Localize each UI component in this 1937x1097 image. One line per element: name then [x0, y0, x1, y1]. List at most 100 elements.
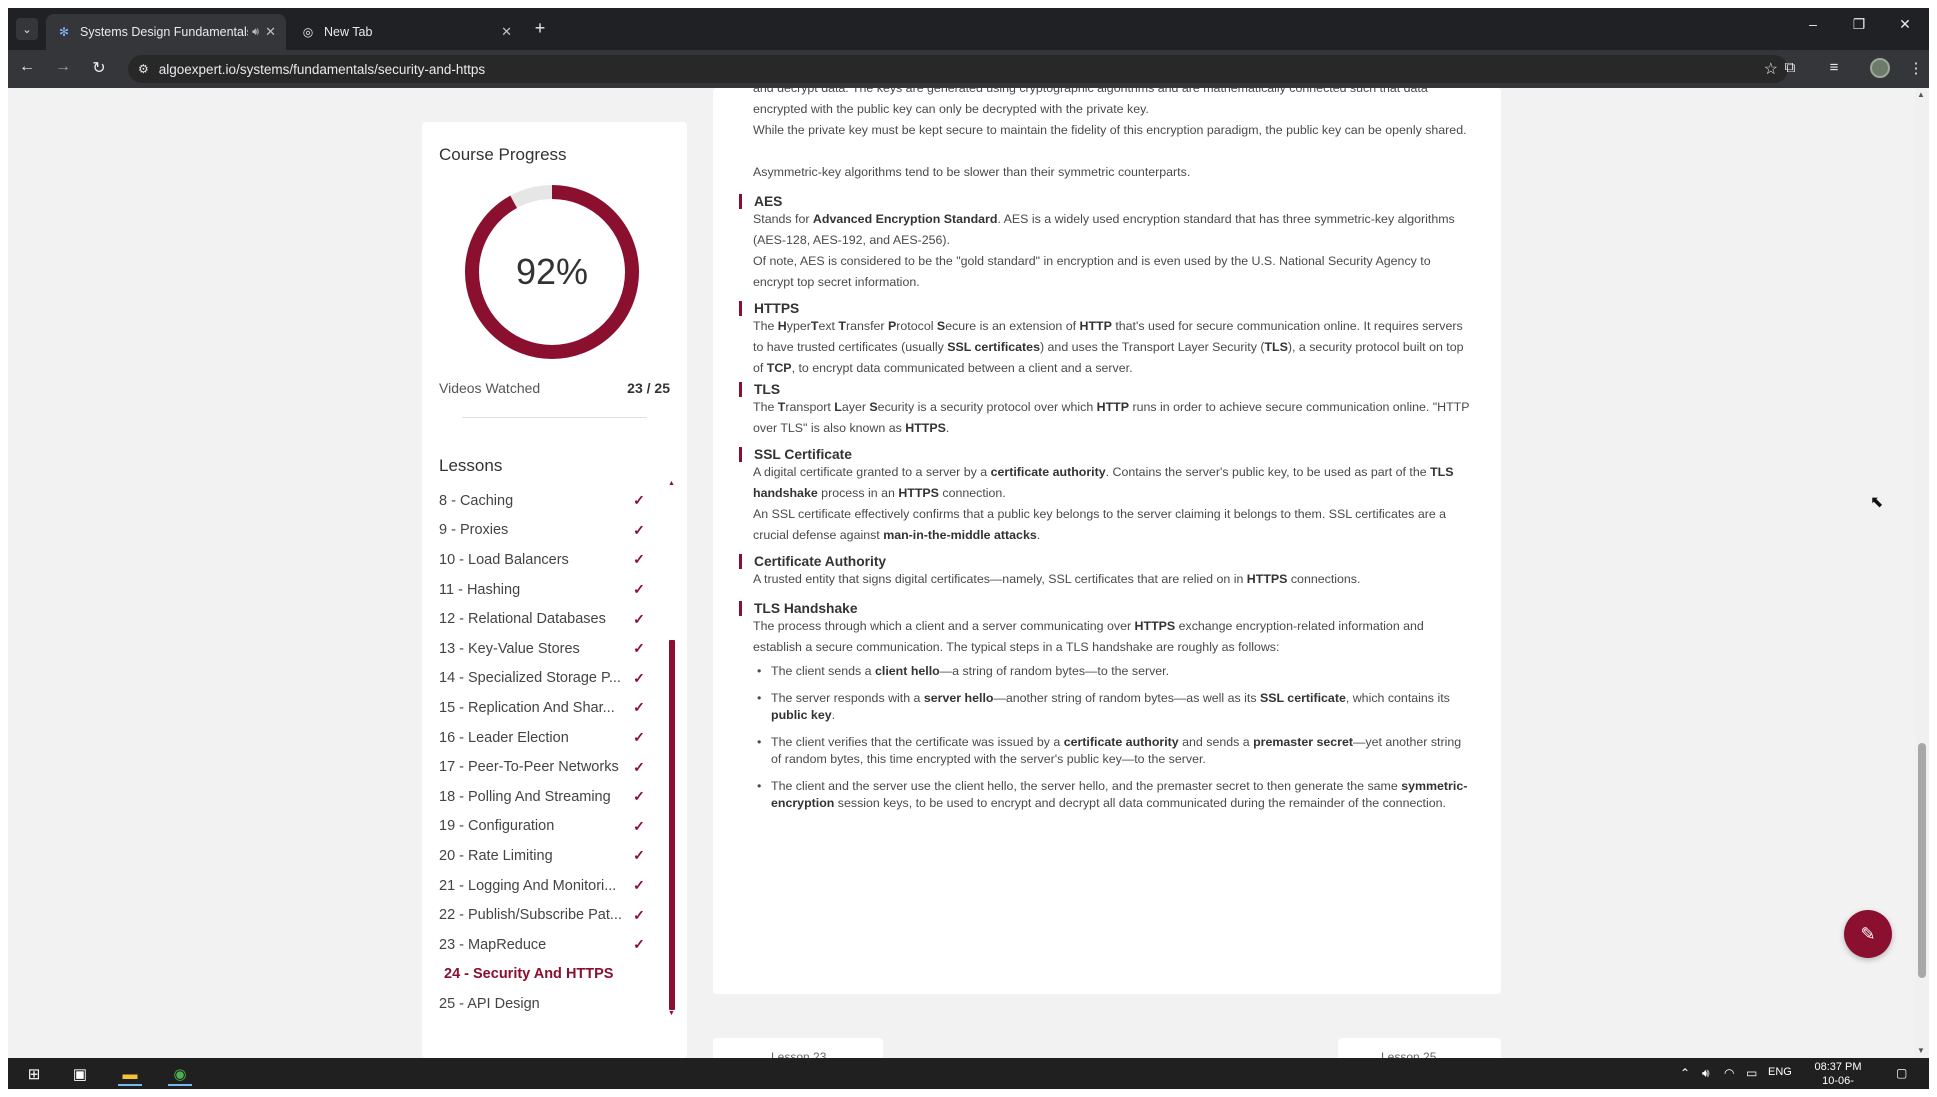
windows-start-icon[interactable]: ⊞ — [22, 1062, 46, 1086]
text: yper — [786, 319, 811, 333]
battery-icon[interactable]: ▭ — [1746, 1066, 1757, 1080]
language-indicator[interactable]: ENG — [1768, 1066, 1792, 1078]
restore-icon[interactable]: ❐ — [1844, 16, 1874, 33]
lesson-item[interactable]: 16 - Leader Election ✓ — [439, 723, 659, 753]
text: ecurity is a security protocol over whic… — [877, 400, 1097, 414]
paragraph: and decrypt data. The keys are generated… — [753, 88, 1428, 116]
lesson-item[interactable]: 10 - Load Balancers ✓ — [439, 545, 659, 575]
bold-text: T — [838, 319, 846, 333]
tab-systems-design[interactable]: ✻ Systems Design Fundamentals 🔊︎ ✕ — [46, 14, 286, 50]
close-icon[interactable]: ✕ — [265, 24, 276, 40]
menu-icon[interactable]: ⋮ — [1906, 59, 1926, 77]
text: connection. — [938, 486, 1006, 500]
lesson-item[interactable]: 14 - Specialized Storage P... ✓ — [439, 664, 659, 694]
scroll-up-icon[interactable]: ▲ — [1917, 90, 1925, 99]
clock-time: 08:37 PM — [1814, 1061, 1862, 1073]
scroll-down-icon[interactable]: ▼ — [668, 1010, 675, 1017]
text: A digital certificate granted to a serve… — [753, 465, 991, 479]
paragraph: The process through which a client and a… — [753, 616, 1471, 658]
lesson-item[interactable]: 15 - Replication And Shar... ✓ — [439, 693, 659, 723]
site-info-icon[interactable]: ⚙ — [138, 62, 149, 76]
videos-watched-value: 23 / 25 — [627, 380, 670, 396]
chrome-icon[interactable]: ◉ — [168, 1062, 192, 1086]
prev-lesson-label: Lesson 23 — [771, 1050, 827, 1058]
media-icon[interactable]: ≡ — [1824, 59, 1844, 76]
checkmark-icon: ✓ — [633, 817, 645, 834]
prev-lesson-button[interactable]: Lesson 23 — [713, 1038, 883, 1058]
lesson-label: 19 - Configuration — [439, 818, 555, 835]
extensions-icon[interactable]: ⧉ — [1780, 59, 1800, 76]
checkmark-icon: ✓ — [633, 788, 645, 805]
address-bar[interactable]: ⚙ algoexpert.io/systems/fundamentals/sec… — [128, 55, 1788, 83]
text: ransfer — [846, 319, 889, 333]
reload-icon[interactable]: ↻ — [88, 58, 110, 78]
bold-text: man-in-the-middle attacks — [883, 528, 1037, 542]
lesson-item[interactable]: 8 - Caching ✓ — [439, 486, 659, 516]
clock[interactable]: 08:37 PM 10-06-2024 — [1810, 1060, 1866, 1089]
lesson-label: 12 - Relational Databases — [439, 611, 606, 628]
text: ecure is an extension of — [945, 319, 1080, 333]
chrome-favicon-icon: ◎ — [302, 25, 314, 39]
window-close-icon[interactable]: ✕ — [1890, 16, 1920, 33]
text: ) and uses the Transport Layer Security … — [1039, 340, 1265, 354]
scroll-up-icon[interactable]: ▲ — [668, 480, 675, 487]
profile-avatar[interactable] — [1870, 58, 1890, 78]
lesson-scroll-thumb[interactable] — [669, 640, 675, 1010]
bold-text: S — [936, 319, 946, 333]
lesson-label: 21 - Logging And Monitori... — [439, 877, 617, 894]
checkmark-icon: ✓ — [633, 492, 645, 509]
sound-icon[interactable]: 🔊︎ — [252, 26, 259, 39]
paragraph: Asymmetric-key algorithms tend to be slo… — [753, 165, 1191, 179]
lesson-item[interactable]: 13 - Key-Value Stores ✓ — [439, 634, 659, 664]
minimize-icon[interactable]: – — [1798, 16, 1828, 32]
wifi-icon[interactable]: ◠ — [1724, 1066, 1734, 1080]
new-tab-icon[interactable]: + — [528, 18, 552, 39]
videos-watched-label: Videos Watched — [439, 380, 541, 396]
bold-text: SSL certificates — [947, 340, 1040, 354]
next-lesson-button[interactable]: Lesson 25 — [1338, 1038, 1501, 1058]
lesson-article: and decrypt data. The keys are generated… — [713, 88, 1501, 994]
checkmark-icon: ✓ — [633, 936, 645, 953]
text: —another string of random bytes—as well … — [993, 690, 1260, 705]
lesson-item[interactable]: 19 - Configuration ✓ — [439, 812, 659, 842]
course-sidebar: Course Progress 92% Videos Watched 23 / … — [422, 122, 687, 1058]
bold-text: server hello — [923, 690, 994, 705]
lesson-item[interactable]: 25 - API Design — [439, 989, 659, 1019]
list-item: The client verifies that the certificate… — [753, 734, 1471, 769]
active-indicator — [168, 1084, 192, 1086]
lesson-item[interactable]: 12 - Relational Databases ✓ — [439, 604, 659, 634]
list-item: The server responds with a server hello—… — [753, 690, 1471, 725]
bookmark-star-icon[interactable]: ☆ — [1764, 59, 1778, 79]
lesson-item[interactable]: 22 - Publish/Subscribe Pat... ✓ — [439, 900, 659, 930]
notifications-icon[interactable]: ▢ — [1896, 1066, 1907, 1080]
lesson-item[interactable]: 18 - Polling And Streaming ✓ — [439, 782, 659, 812]
lesson-item[interactable]: 23 - MapReduce ✓ — [439, 930, 659, 960]
back-icon[interactable]: ← — [16, 58, 38, 76]
lesson-item[interactable]: 20 - Rate Limiting ✓ — [439, 841, 659, 871]
lesson-item[interactable]: 9 - Proxies ✓ — [439, 516, 659, 546]
lesson-item[interactable]: 11 - Hashing ✓ — [439, 575, 659, 605]
lesson-item[interactable]: 24 - Security And HTTPS — [439, 960, 659, 990]
lesson-item[interactable]: 21 - Logging And Monitori... ✓ — [439, 871, 659, 901]
section-heading-ssl: SSL Certificate — [739, 447, 852, 462]
text: process in an — [817, 486, 899, 500]
tray-chevron-icon[interactable]: ⌃ — [1680, 1066, 1690, 1080]
scroll-down-icon[interactable]: ▼ — [1917, 1046, 1925, 1055]
bold-text: H — [777, 319, 787, 333]
lesson-label: 17 - Peer-To-Peer Networks — [439, 759, 619, 776]
lesson-label: 8 - Caching — [439, 492, 514, 509]
file-explorer-icon[interactable]: ▬ — [118, 1062, 142, 1086]
tab-new-tab[interactable]: ◎ New Tab ✕ — [290, 14, 522, 50]
task-view-icon[interactable]: ▣ — [68, 1062, 92, 1086]
page-scroll-thumb[interactable] — [1918, 743, 1926, 978]
lesson-scrollbar[interactable]: ▲ ▼ — [668, 480, 675, 1017]
lesson-item[interactable]: 17 - Peer-To-Peer Networks ✓ — [439, 752, 659, 782]
text: An SSL certificate effectively confirms … — [753, 507, 1447, 542]
help-chat-icon[interactable]: ✎ — [1844, 910, 1892, 958]
close-icon[interactable]: ✕ — [501, 24, 512, 40]
tab-search-icon[interactable]: ⌄ — [16, 18, 38, 40]
page-scrollbar[interactable]: ▲ ▼ — [1915, 88, 1929, 1058]
forward-icon[interactable]: → — [52, 58, 74, 76]
volume-icon[interactable]: 🔊︎ — [1702, 1066, 1710, 1081]
text: Stands for — [753, 212, 813, 226]
